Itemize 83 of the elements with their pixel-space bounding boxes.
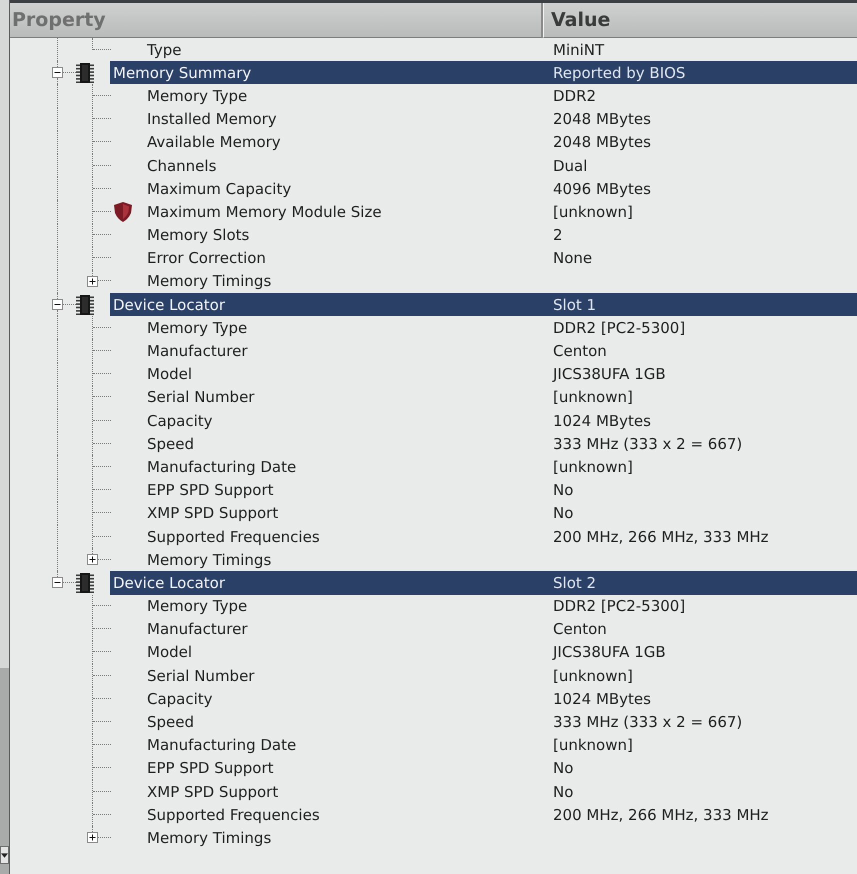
value-text: JICS38UFA 1GB bbox=[551, 365, 667, 384]
value-text: 4096 MBytes bbox=[552, 180, 652, 198]
value-text: 2048 MBytes bbox=[552, 110, 652, 128]
value-text: 2048 MBytes bbox=[552, 133, 652, 152]
property-label[interactable]: Memory Timings bbox=[147, 550, 548, 569]
collapse-icon[interactable] bbox=[52, 67, 63, 78]
value-text: DDR2 [PC2-5300] bbox=[552, 597, 686, 616]
value-text: 200 MHz, 266 MHz, 333 MHz bbox=[552, 806, 770, 824]
value-text: MiniNT bbox=[552, 40, 606, 59]
property-label[interactable]: Memory Type bbox=[147, 86, 548, 105]
group-header-bar[interactable]: Memory Summary Reported by BIOS bbox=[110, 61, 857, 84]
property-label[interactable]: Serial Number bbox=[147, 666, 548, 685]
property-label[interactable]: Type bbox=[147, 40, 548, 59]
value-text: DDR2 [PC2-5300] bbox=[552, 318, 686, 337]
property-label[interactable]: Speed bbox=[147, 713, 548, 732]
group-value: Slot 2 bbox=[552, 574, 598, 592]
value-text: [unknown] bbox=[552, 458, 634, 476]
value-text: 333 MHz (333 x 2 = 667) bbox=[552, 713, 744, 732]
value-text: [unknown] bbox=[552, 202, 634, 221]
chip-icon bbox=[76, 572, 94, 593]
chip-icon bbox=[76, 294, 94, 315]
expand-icon[interactable] bbox=[87, 832, 98, 844]
property-label[interactable]: Available Memory bbox=[147, 133, 548, 152]
property-label[interactable]: Memory Slots bbox=[147, 226, 548, 244]
caret-icon bbox=[1, 852, 8, 858]
property-label[interactable]: Manufacturer bbox=[147, 342, 548, 360]
collapse-icon[interactable] bbox=[52, 577, 63, 588]
collapse-icon[interactable] bbox=[52, 299, 63, 310]
value-text: No bbox=[552, 782, 574, 801]
column-header[interactable]: Value bbox=[543, 3, 857, 38]
property-label[interactable]: XMP SPD Support bbox=[147, 504, 548, 522]
value-text: 333 MHz (333 x 2 = 667) bbox=[552, 434, 744, 453]
value-text: [unknown] bbox=[552, 736, 634, 754]
property-label[interactable]: Model bbox=[147, 643, 548, 662]
group-label: Device Locator bbox=[112, 296, 226, 314]
property-label[interactable]: Supported Frequencies bbox=[147, 528, 548, 546]
group-value: Reported by BIOS bbox=[552, 64, 686, 82]
property-label[interactable]: Manufacturer bbox=[147, 620, 548, 638]
chip-icon bbox=[76, 62, 94, 83]
property-label[interactable]: Error Correction bbox=[147, 249, 548, 268]
property-label[interactable]: Maximum Capacity bbox=[147, 180, 548, 198]
property-label[interactable]: EPP SPD Support bbox=[147, 481, 548, 500]
property-label[interactable]: EPP SPD Support bbox=[147, 759, 548, 778]
value-text: 2 bbox=[552, 226, 564, 244]
property-label[interactable]: Capacity bbox=[147, 412, 548, 430]
expand-icon[interactable] bbox=[87, 554, 98, 566]
property-label[interactable]: Memory Timings bbox=[147, 828, 548, 847]
value-text: Dual bbox=[552, 156, 588, 175]
group-value: Slot 1 bbox=[552, 296, 598, 314]
dropdown-button[interactable] bbox=[0, 846, 9, 864]
property-label[interactable]: XMP SPD Support bbox=[147, 782, 548, 801]
property-label[interactable]: Speed bbox=[147, 434, 548, 453]
value-text: No bbox=[552, 759, 574, 778]
expand-icon[interactable] bbox=[87, 276, 98, 287]
property-label[interactable]: Maximum Memory Module Size bbox=[147, 202, 548, 221]
property-label[interactable]: Supported Frequencies bbox=[147, 806, 548, 824]
value-text: Centon bbox=[552, 342, 608, 360]
property-label[interactable]: Memory Timings bbox=[147, 272, 548, 290]
value-text: No bbox=[552, 504, 574, 522]
value-text: DDR2 bbox=[552, 86, 598, 105]
value-text: None bbox=[552, 249, 594, 268]
shield-icon bbox=[114, 202, 132, 222]
group-label: Memory Summary bbox=[112, 64, 252, 82]
value-text: 1024 MBytes bbox=[552, 412, 652, 430]
value-text: 1024 MBytes bbox=[552, 690, 652, 708]
property-label[interactable]: Capacity bbox=[147, 690, 548, 708]
property-label[interactable]: Manufacturing Date bbox=[147, 458, 548, 476]
property-label[interactable]: Channels bbox=[147, 156, 548, 175]
value-text: 200 MHz, 266 MHz, 333 MHz bbox=[552, 528, 770, 546]
value-text: [unknown] bbox=[552, 666, 634, 685]
group-label: Device Locator bbox=[112, 574, 226, 592]
property-label[interactable]: Installed Memory bbox=[147, 110, 548, 128]
group-header-bar[interactable]: Device Locator Slot 1 bbox=[110, 293, 857, 316]
value-text: [unknown] bbox=[552, 388, 634, 406]
property-label[interactable]: Model bbox=[147, 365, 548, 384]
value-text: Centon bbox=[552, 620, 608, 638]
value-text: No bbox=[552, 481, 574, 500]
group-header-bar[interactable]: Device Locator Slot 2 bbox=[110, 571, 857, 594]
property-label[interactable]: Manufacturing Date bbox=[147, 736, 548, 754]
property-label[interactable]: Serial Number bbox=[147, 388, 548, 406]
value-text: JICS38UFA 1GB bbox=[551, 643, 667, 662]
property-label[interactable]: Memory Type bbox=[147, 597, 548, 616]
property-label[interactable]: Memory Type bbox=[147, 318, 548, 337]
